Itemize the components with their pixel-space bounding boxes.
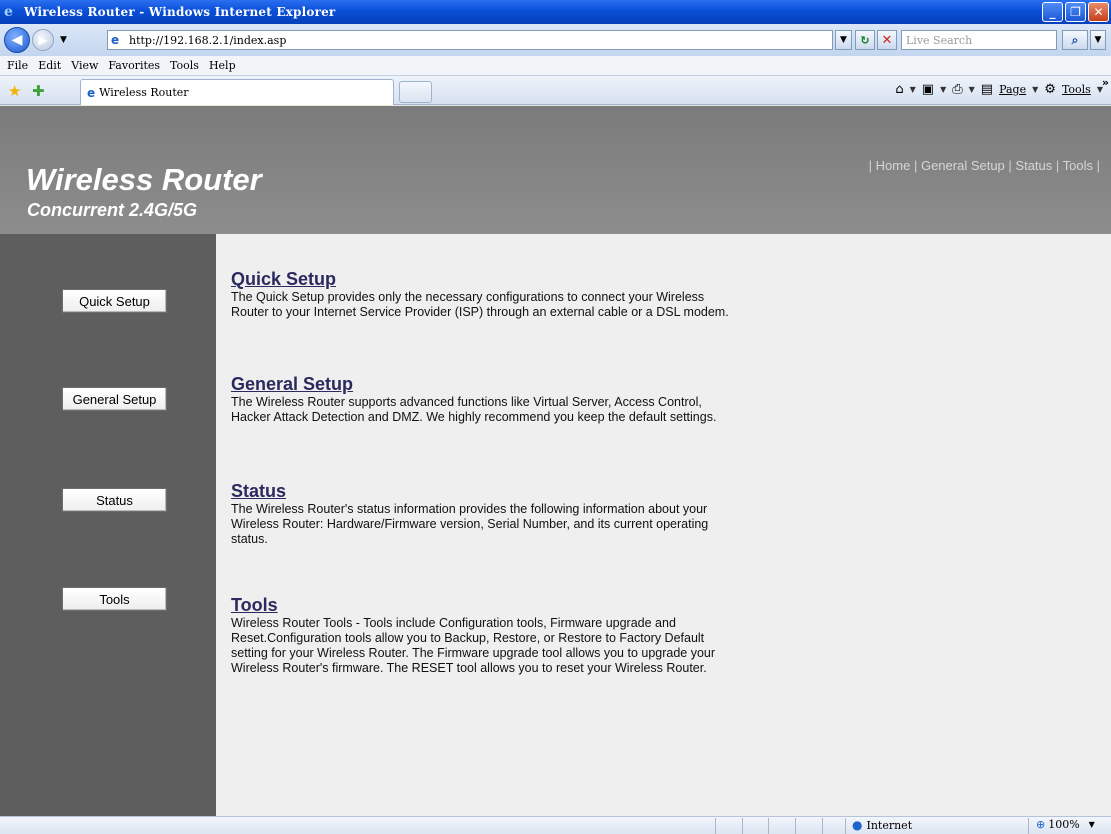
menu-tools[interactable]: Tools bbox=[167, 59, 206, 72]
nav-tools[interactable]: Tools bbox=[1063, 158, 1093, 173]
security-zone[interactable]: ● Internet bbox=[852, 818, 912, 832]
forward-button[interactable]: ▶ bbox=[32, 29, 54, 51]
section-quick-setup: Quick Setup The Quick Setup provides onl… bbox=[231, 268, 731, 320]
web-page: Wireless Router Concurrent 2.4G/5G | Hom… bbox=[0, 106, 1111, 816]
nav-separator: | bbox=[1093, 158, 1100, 173]
status-separator bbox=[845, 818, 846, 834]
back-button[interactable]: ◀ bbox=[4, 27, 30, 53]
general-setup-link[interactable]: General Setup bbox=[231, 373, 731, 395]
menu-view[interactable]: View bbox=[68, 59, 105, 72]
window-title: Wireless Router - Windows Internet Explo… bbox=[24, 5, 336, 19]
menu-bar: File Edit View Favorites Tools Help bbox=[0, 56, 1111, 76]
nav-separator: | bbox=[1004, 158, 1016, 173]
window-controls: _ ❐ ✕ bbox=[1042, 2, 1109, 22]
tab-wireless-router[interactable]: e Wireless Router bbox=[80, 79, 394, 105]
zoom-icon: ⊕ bbox=[1036, 818, 1046, 831]
status-separator bbox=[795, 818, 796, 834]
menu-favorites[interactable]: Favorites bbox=[105, 59, 167, 72]
nav-status[interactable]: Status bbox=[1015, 158, 1052, 173]
status-separator bbox=[742, 818, 743, 834]
home-icon[interactable]: ⌂ bbox=[895, 82, 903, 97]
favorites-center-icon[interactable]: ★ bbox=[8, 82, 21, 100]
menu-edit[interactable]: Edit bbox=[35, 59, 68, 72]
search-options-dropdown[interactable]: ▼ bbox=[1090, 30, 1106, 50]
status-description: The Wireless Router's status information… bbox=[231, 502, 709, 546]
general-setup-button[interactable]: General Setup bbox=[62, 387, 167, 411]
close-button[interactable]: ✕ bbox=[1088, 2, 1109, 22]
status-separator bbox=[768, 818, 769, 834]
status-separator bbox=[715, 818, 716, 834]
status-separator bbox=[822, 818, 823, 834]
command-bar: ⌂ ▼ ▣ ▼ ⎙ ▼ ▤ Page ▼ ⚙ Tools ▼ bbox=[895, 82, 1103, 97]
print-icon[interactable]: ⎙ bbox=[952, 82, 962, 97]
nav-general-setup[interactable]: General Setup bbox=[921, 158, 1005, 173]
add-favorites-icon[interactable]: ✚ bbox=[32, 82, 45, 100]
window-titlebar: e Wireless Router - Windows Internet Exp… bbox=[0, 0, 1111, 24]
zoom-control[interactable]: ⊕ 100% ▼ bbox=[1036, 818, 1095, 831]
toolbar-overflow-icon[interactable]: » bbox=[1102, 76, 1109, 89]
stop-button[interactable]: ✕ bbox=[877, 30, 897, 50]
status-separator bbox=[1028, 818, 1029, 834]
ie-logo-icon: e bbox=[4, 4, 13, 20]
nav-separator: | bbox=[868, 158, 876, 173]
nav-home[interactable]: Home bbox=[876, 158, 911, 173]
tab-bar: ★ ✚ e Wireless Router ⌂ ▼ ▣ ▼ ⎙ ▼ ▤ Page… bbox=[0, 76, 1111, 105]
search-input[interactable]: Live Search bbox=[901, 30, 1057, 50]
section-status: Status The Wireless Router's status info… bbox=[231, 480, 731, 547]
address-toolbar: ◀ ▶ ▼ e http://192.168.2.1/index.asp ▼ ↻… bbox=[0, 24, 1111, 56]
tools-button[interactable]: Tools bbox=[62, 587, 167, 611]
page-icon: e bbox=[111, 33, 120, 47]
address-url[interactable]: http://192.168.2.1/index.asp bbox=[129, 34, 286, 47]
tab-label: Wireless Router bbox=[99, 86, 189, 99]
quick-setup-button[interactable]: Quick Setup bbox=[62, 289, 167, 313]
router-header: Wireless Router Concurrent 2.4G/5G | Hom… bbox=[0, 106, 1111, 234]
tab-page-icon: e bbox=[87, 85, 96, 100]
page-menu-icon: ▤ bbox=[980, 82, 994, 97]
status-bar: ● Internet ⊕ 100% ▼ bbox=[0, 816, 1111, 834]
tools-description: Wireless Router Tools - Tools include Co… bbox=[231, 616, 716, 675]
feeds-icon[interactable]: ▣ bbox=[922, 82, 934, 97]
status-link[interactable]: Status bbox=[231, 480, 731, 502]
minimize-button[interactable]: _ bbox=[1042, 2, 1063, 22]
refresh-button[interactable]: ↻ bbox=[855, 30, 875, 50]
address-dropdown-button[interactable]: ▼ bbox=[835, 30, 852, 50]
menu-file[interactable]: File bbox=[4, 59, 35, 72]
section-general-setup: General Setup The Wireless Router suppor… bbox=[231, 373, 731, 425]
feeds-dropdown[interactable]: ▼ bbox=[940, 85, 946, 94]
search-placeholder: Live Search bbox=[906, 33, 973, 47]
zone-label: Internet bbox=[866, 818, 913, 832]
tools-link[interactable]: Tools bbox=[231, 594, 731, 616]
new-tab-button[interactable] bbox=[399, 81, 432, 103]
zoom-dropdown[interactable]: ▼ bbox=[1089, 820, 1095, 829]
page-menu[interactable]: Page bbox=[999, 83, 1026, 96]
quick-setup-link[interactable]: Quick Setup bbox=[231, 268, 731, 290]
recent-pages-dropdown[interactable]: ▼ bbox=[60, 35, 67, 45]
menu-help[interactable]: Help bbox=[206, 59, 243, 72]
zoom-level: 100% bbox=[1048, 818, 1080, 831]
brand-title: Wireless Router bbox=[26, 162, 262, 197]
address-field[interactable]: e http://192.168.2.1/index.asp bbox=[107, 30, 833, 50]
nav-separator: | bbox=[910, 158, 921, 173]
page-menu-dropdown[interactable]: ▼ bbox=[1032, 85, 1038, 94]
general-setup-description: The Wireless Router supports advanced fu… bbox=[231, 395, 717, 424]
globe-icon: ● bbox=[852, 818, 863, 832]
status-button[interactable]: Status bbox=[62, 488, 167, 512]
nav-separator: | bbox=[1052, 158, 1063, 173]
search-button[interactable]: ⌕ bbox=[1062, 30, 1088, 50]
restore-button[interactable]: ❐ bbox=[1065, 2, 1086, 22]
print-dropdown[interactable]: ▼ bbox=[969, 85, 975, 94]
sidebar: Quick Setup General Setup Status Tools bbox=[0, 234, 216, 816]
gear-icon: ⚙ bbox=[1044, 82, 1056, 97]
quick-setup-description: The Quick Setup provides only the necess… bbox=[231, 290, 729, 319]
tools-menu[interactable]: Tools bbox=[1062, 83, 1091, 96]
brand-subtitle: Concurrent 2.4G/5G bbox=[27, 200, 198, 220]
section-tools: Tools Wireless Router Tools - Tools incl… bbox=[231, 594, 731, 676]
top-navigation: | Home | General Setup | Status | Tools … bbox=[869, 158, 1100, 173]
search-icon: ⌕ bbox=[1071, 32, 1079, 47]
home-dropdown[interactable]: ▼ bbox=[910, 85, 916, 94]
